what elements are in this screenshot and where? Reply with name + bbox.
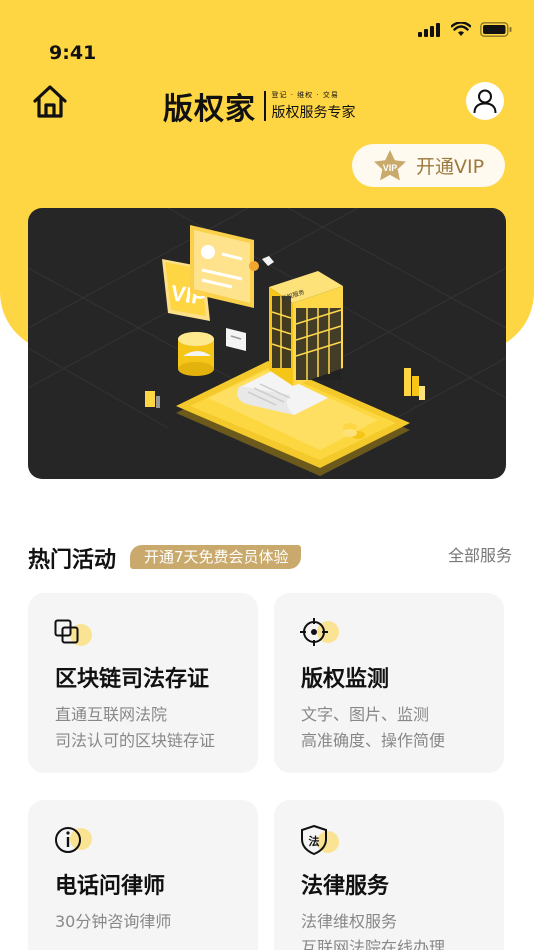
logo-wordmark: 版权家 [163,92,256,127]
svg-text:法: 法 [309,834,320,848]
status-icons [418,22,512,37]
hot-activities-header: 热门活动 开通7天免费会员体验 全部服务 [28,540,512,573]
user-profile-button[interactable] [466,82,504,120]
wifi-icon [451,22,471,36]
card-title: 法律服务 [301,874,390,899]
service-card-lawyer-call[interactable]: 电话问律师 30分钟咨询律师 [28,800,258,950]
card-title: 版权监测 [301,667,390,692]
card-title: 区块链司法存证 [55,667,210,692]
logo-divider [264,91,266,121]
card-desc-line1: 30分钟咨询律师 [55,912,172,931]
user-icon [473,89,497,114]
service-card-legal-services[interactable]: 法 法律服务 法律维权服务 互联网法院在线办理 [274,800,504,950]
banner-illustration: 版权服务 VIP [28,208,506,476]
top-nav: 版权家 登记 · 维权 · 交易 版权服务专家 [0,78,534,128]
open-vip-label: 开通VIP [416,156,485,178]
card-desc-line1: 法律维权服务 [301,912,398,931]
card-desc-line2: 高准确度、操作简便 [301,731,446,750]
logo-tagline-small: 登记 · 维权 · 交易 [271,91,339,99]
section-title: 热门活动 [28,548,117,573]
promo-banner[interactable]: 版权服务 VIP [28,208,506,479]
all-services-link[interactable]: 全部服务 [448,542,512,566]
info-circle-icon [55,827,92,853]
vip-star-icon: VIP [374,149,406,180]
card-desc-line2: 司法认可的区块链存证 [55,731,216,750]
copy-squares-icon [54,619,92,646]
service-card-copyright-monitoring[interactable]: 版权监测 文字、图片、监测 高准确度、操作简便 [274,593,504,773]
logo-tagline-group: 登记 · 维权 · 交易 版权服务专家 [272,90,356,122]
home-icon [33,85,67,118]
open-vip-button[interactable]: VIP 开通VIP [352,144,505,187]
battery-icon [480,22,512,37]
law-shield-icon: 法 [301,825,339,855]
card-title: 电话问律师 [55,874,166,899]
logo-tagline: 版权服务专家 [271,105,356,121]
service-card-blockchain[interactable]: 区块链司法存证 直通互联网法院 司法认可的区块链存证 [28,593,258,773]
crosshair-target-icon [300,618,339,646]
app-logo: 版权家 登记 · 维权 · 交易 版权服务专家 [163,84,356,128]
vip-star-text: VIP [383,163,398,173]
free-trial-badge[interactable]: 开通7天免费会员体验 [130,545,301,569]
signal-icon [418,22,440,37]
home-button[interactable] [30,82,70,122]
card-desc-line1: 文字、图片、监测 [301,705,430,724]
card-desc-line1: 直通互联网法院 [55,705,168,724]
card-desc-line2: 互联网法院在线办理 [301,938,446,950]
status-time: 9:41 [49,42,97,64]
status-bar: 9:41 [0,0,534,72]
